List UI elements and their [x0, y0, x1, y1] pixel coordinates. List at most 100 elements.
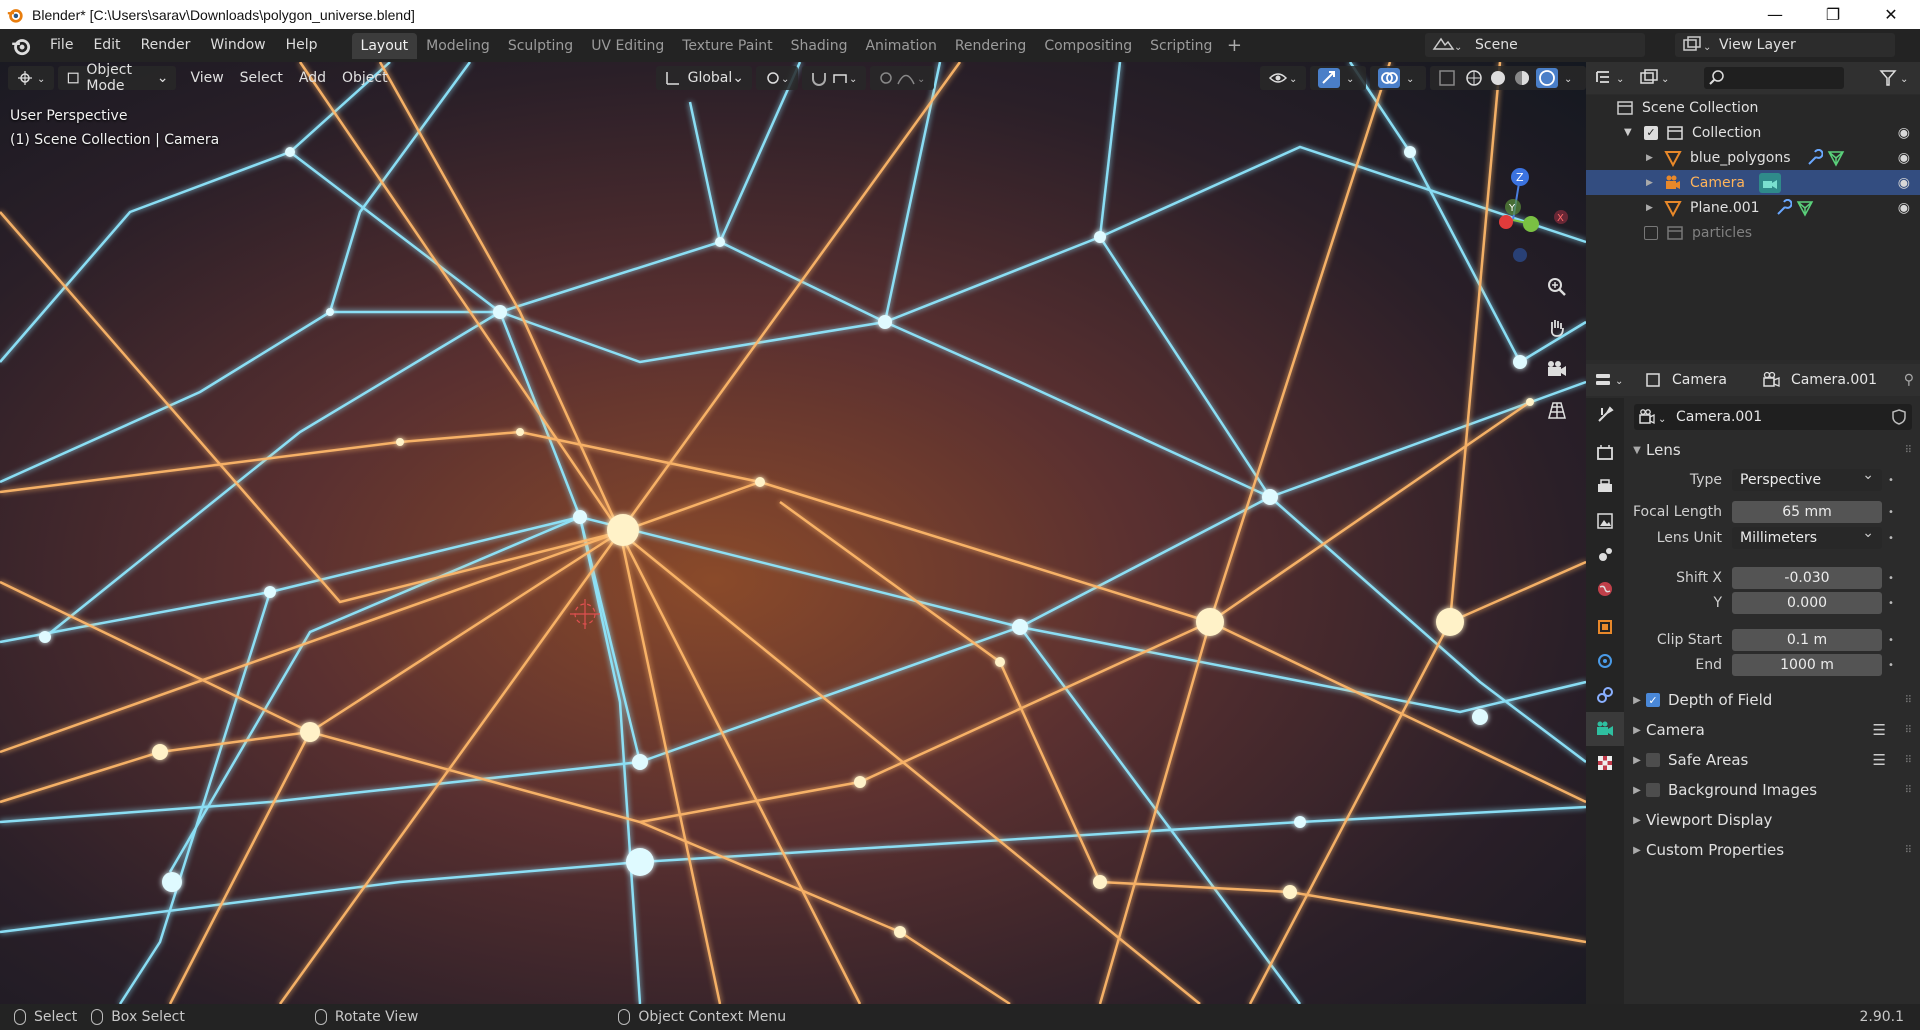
tab-texture[interactable] — [1586, 746, 1624, 780]
drag-handle-icon[interactable]: ⠿ — [1905, 725, 1912, 736]
add-workspace-button[interactable]: + — [1221, 35, 1247, 56]
keyframe-dot-icon[interactable]: • — [1882, 598, 1900, 609]
viewport-menu-view[interactable]: View — [182, 70, 231, 86]
camera-view-icon[interactable] — [1540, 352, 1574, 386]
expand-arrow-icon[interactable]: ▶ — [1646, 203, 1658, 213]
outliner-row-camera[interactable]: ▶ Camera ◉ — [1586, 170, 1920, 195]
drag-handle-icon[interactable]: ⠿ — [1905, 785, 1912, 796]
zoom-icon[interactable] — [1540, 270, 1574, 304]
outliner-row-scene-collection[interactable]: Scene Collection — [1586, 95, 1920, 120]
outliner-search-input[interactable] — [1704, 67, 1844, 89]
menu-file[interactable]: File — [40, 29, 83, 62]
expand-arrow-icon[interactable]: ▶ — [1646, 178, 1658, 188]
filter-icon[interactable]: ⌄ — [1878, 68, 1912, 88]
list-icon[interactable]: ☰ — [1873, 751, 1886, 769]
menu-render[interactable]: Render — [131, 29, 201, 62]
background-images-checkbox[interactable] — [1646, 783, 1660, 797]
list-icon[interactable]: ☰ — [1873, 721, 1886, 739]
tab-view-layer[interactable] — [1586, 504, 1624, 538]
tab-object[interactable] — [1586, 610, 1624, 644]
tab-layout[interactable]: Layout — [351, 32, 418, 59]
lens-unit-dropdown[interactable]: Millimeters — [1732, 525, 1882, 549]
keyframe-dot-icon[interactable]: • — [1882, 660, 1900, 671]
drag-handle-icon[interactable]: ⠿ — [1905, 845, 1912, 856]
shield-icon[interactable] — [1890, 408, 1908, 426]
clip-start-field[interactable]: 0.1 m — [1732, 629, 1882, 651]
drag-handle-icon[interactable]: ⠿ — [1905, 695, 1912, 706]
outliner-editor-icon[interactable]: ⌄ — [1594, 68, 1628, 88]
maximize-button[interactable]: ❐ — [1804, 0, 1862, 29]
properties-editor-icon[interactable]: ⌄ — [1594, 370, 1628, 390]
panel-camera[interactable]: ▶ Camera ☰ ⠿ — [1624, 716, 1920, 744]
expand-arrow-icon[interactable]: ▼ — [1624, 127, 1638, 138]
drag-handle-icon[interactable]: ⠿ — [1905, 755, 1912, 766]
blender-menu-icon[interactable] — [10, 35, 32, 57]
tab-shading[interactable]: Shading — [782, 33, 857, 59]
panel-background-images[interactable]: ▶ Background Images ⠿ — [1624, 776, 1920, 804]
tab-compositing[interactable]: Compositing — [1035, 33, 1141, 59]
tab-rendering[interactable]: Rendering — [946, 33, 1036, 59]
exclude-checkbox[interactable] — [1644, 225, 1658, 240]
tab-constraints[interactable] — [1586, 678, 1624, 712]
eye-icon[interactable]: ◉ — [1898, 150, 1910, 166]
outliner-row-particles[interactable]: particles — [1586, 220, 1920, 245]
gizmo-toggle-button[interactable]: ⌄ — [1310, 66, 1366, 90]
shift-x-field[interactable]: -0.030 — [1732, 567, 1882, 589]
menu-help[interactable]: Help — [276, 29, 328, 62]
tab-physics[interactable] — [1586, 644, 1624, 678]
viewport-menu-add[interactable]: Add — [291, 70, 334, 86]
overlays-button[interactable]: ⌄ — [1370, 66, 1426, 90]
expand-arrow-icon[interactable]: ▶ — [1646, 153, 1658, 163]
display-mode-icon[interactable]: ⌄ — [1638, 68, 1672, 88]
minimize-button[interactable]: — — [1746, 0, 1804, 29]
panel-viewport-display[interactable]: ▶ Viewport Display — [1624, 806, 1920, 834]
outliner-row-plane[interactable]: ▶ Plane.001 ◉ — [1586, 195, 1920, 220]
tab-scene[interactable] — [1586, 538, 1624, 572]
tab-sculpting[interactable]: Sculpting — [499, 33, 582, 59]
eye-icon[interactable]: ◉ — [1898, 200, 1910, 216]
mode-dropdown[interactable]: Object Mode ⌄ — [58, 62, 177, 94]
shift-y-field[interactable]: 0.000 — [1732, 592, 1882, 614]
pan-hand-icon[interactable] — [1540, 311, 1574, 345]
panel-depth-of-field[interactable]: ▶ ✓ Depth of Field ⠿ — [1624, 686, 1920, 714]
pin-icon[interactable]: ⚲ — [1904, 372, 1914, 388]
panel-custom-properties[interactable]: ▶ Custom Properties ⠿ — [1624, 836, 1920, 864]
exclude-checkbox[interactable]: ✓ — [1644, 125, 1658, 140]
close-button[interactable]: ✕ — [1862, 0, 1920, 29]
view-layer-selector[interactable]: ⌄ View Layer — [1675, 33, 1895, 57]
transform-orientation-dropdown[interactable]: Global ⌄ — [655, 66, 752, 90]
panel-lens-header[interactable]: ▼ Lens ⠿ — [1624, 436, 1920, 464]
outliner-row-blue-polygons[interactable]: ▶ blue_polygons ◉ — [1586, 145, 1920, 170]
lens-type-dropdown[interactable]: Perspective — [1732, 467, 1882, 491]
panel-safe-areas[interactable]: ▶ Safe Areas ☰ ⠿ — [1624, 746, 1920, 774]
eye-icon[interactable]: ◉ — [1898, 175, 1910, 191]
tab-output[interactable] — [1586, 470, 1624, 504]
editor-type-button[interactable]: ⌄ — [8, 66, 54, 90]
menu-window[interactable]: Window — [200, 29, 275, 62]
viewport-menu-object[interactable]: Object — [334, 70, 396, 86]
tab-uv-editing[interactable]: UV Editing — [582, 33, 673, 59]
keyframe-dot-icon[interactable]: • — [1882, 475, 1900, 486]
scene-selector[interactable]: ⌄ Scene — [1425, 33, 1645, 57]
keyframe-dot-icon[interactable]: • — [1882, 533, 1900, 544]
focal-length-field[interactable]: 65 mm — [1732, 501, 1882, 523]
drag-handle-icon[interactable]: ⠿ — [1905, 445, 1912, 456]
keyframe-dot-icon[interactable]: • — [1882, 573, 1900, 584]
3d-viewport[interactable]: ⌄ Object Mode ⌄ View Select Add Object G… — [0, 62, 1586, 1004]
menu-edit[interactable]: Edit — [83, 29, 130, 62]
visibility-button[interactable]: ⌄ — [1260, 66, 1306, 90]
tab-modeling[interactable]: Modeling — [417, 33, 499, 59]
navigation-gizmo[interactable]: Z Y X — [1468, 162, 1568, 262]
eye-icon[interactable]: ◉ — [1898, 125, 1910, 141]
tab-world[interactable] — [1586, 572, 1624, 606]
keyframe-dot-icon[interactable]: • — [1882, 507, 1900, 518]
shading-modes[interactable]: ⌄ — [1430, 66, 1586, 90]
viewport-menu-select[interactable]: Select — [232, 70, 291, 86]
snap-button[interactable]: ⌄ — [802, 66, 866, 90]
keyframe-dot-icon[interactable]: • — [1882, 635, 1900, 646]
tab-camera-data[interactable] — [1586, 712, 1624, 746]
tab-scripting[interactable]: Scripting — [1141, 33, 1221, 59]
tab-animation[interactable]: Animation — [856, 33, 945, 59]
grid-perspective-icon[interactable] — [1540, 393, 1574, 427]
proportional-editing-button[interactable]: ⌄ — [870, 66, 934, 90]
